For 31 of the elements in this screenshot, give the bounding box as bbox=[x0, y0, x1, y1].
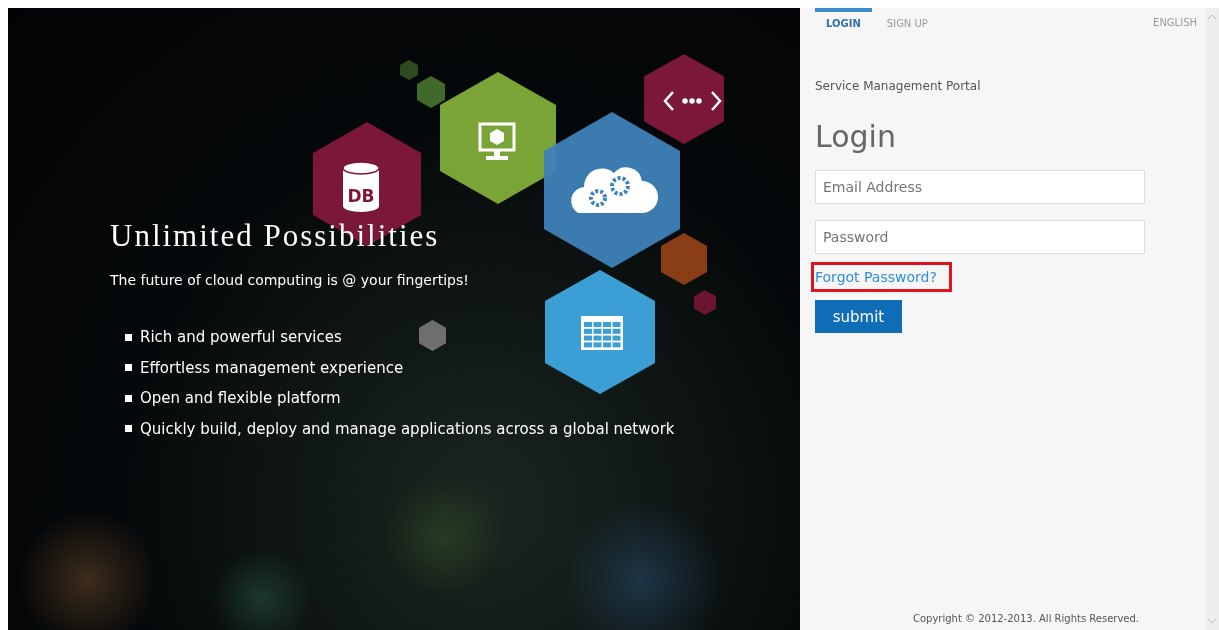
scroll-down-icon[interactable] bbox=[1208, 619, 1216, 624]
cloud-gear-icon bbox=[571, 167, 658, 213]
bullet-icon bbox=[125, 364, 132, 372]
password-field[interactable]: Password bbox=[815, 220, 1145, 254]
feature-text: Quickly build, deploy and manage applications across a global network bbox=[140, 419, 675, 438]
feature-text: Rich and powerful services bbox=[140, 328, 342, 347]
scroll-up-icon[interactable] bbox=[1208, 14, 1216, 19]
email-field[interactable]: Email Address bbox=[815, 170, 1145, 204]
hero-subtitle: The future of cloud computing is @ your fingertips! bbox=[110, 272, 470, 288]
bullet-icon bbox=[125, 394, 132, 402]
forgot-password-link[interactable]: Forgot Password? bbox=[811, 262, 952, 292]
hexagon-shape bbox=[419, 320, 446, 351]
hexagon-shape bbox=[694, 290, 716, 315]
submit-button[interactable]: submit bbox=[815, 300, 902, 333]
hero-title: Unlimited Possibilities bbox=[110, 218, 441, 254]
bullet-icon bbox=[125, 425, 132, 433]
copyright-text: Copyright © 2012-2013. All Rights Reserved. bbox=[911, 613, 1141, 624]
tab[interactable]: LOGIN bbox=[815, 8, 872, 29]
table-icon bbox=[581, 316, 623, 350]
login-heading: Login bbox=[815, 119, 897, 154]
bullet-icon bbox=[125, 333, 132, 341]
tab[interactable]: SIGN UP bbox=[875, 8, 939, 29]
feature-text: Effortless management experience bbox=[140, 358, 404, 377]
scrollbar[interactable] bbox=[1205, 8, 1219, 630]
database-icon bbox=[342, 161, 380, 212]
monitor-icon bbox=[478, 122, 516, 160]
language-selector[interactable]: ENGLISH bbox=[1153, 8, 1197, 28]
feature-text: Open and flexible platform bbox=[140, 389, 341, 408]
db-label: DB bbox=[347, 186, 375, 206]
portal-name: Service Management Portal bbox=[815, 79, 982, 93]
code-icon bbox=[663, 90, 722, 112]
